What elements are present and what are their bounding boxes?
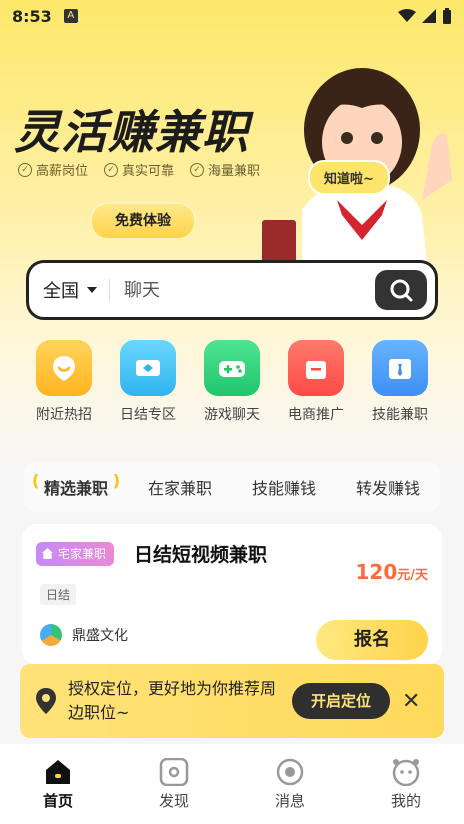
enable-location-button[interactable]: 开启定位	[292, 683, 390, 719]
category-grid: 附近热招 日结专区 游戏聊天 电商推广 技能兼职	[24, 340, 440, 424]
tab-skill-earn[interactable]: 技能赚钱	[246, 471, 322, 503]
caret-down-icon	[87, 287, 97, 293]
job-title: 日结短视频兼职	[134, 544, 268, 566]
category-nearby[interactable]: 附近热招	[24, 340, 104, 424]
nav-discover[interactable]: 发现	[116, 744, 232, 824]
company-logo-icon	[40, 624, 62, 646]
job-filter-tabs: 精选兼职 在家兼职 技能赚钱 转发赚钱	[24, 462, 440, 512]
banner-title: 灵活赚兼职	[14, 105, 249, 159]
category-label: 电商推广	[288, 407, 344, 423]
close-icon[interactable]: ✕	[402, 689, 420, 714]
free-trial-button[interactable]: 免费体验	[90, 202, 196, 240]
banner-tag: ✓ 高薪岗位	[18, 160, 88, 179]
category-label: 附近热招	[36, 407, 92, 423]
check-circle-icon: ✓	[190, 162, 205, 177]
salary-unit: 元/天	[397, 568, 428, 583]
nav-label: 首页	[42, 792, 73, 810]
tab-featured[interactable]: 精选兼职	[32, 471, 120, 503]
category-game-chat[interactable]: 游戏聊天	[192, 340, 272, 424]
nav-home[interactable]: 首页	[0, 744, 116, 824]
tab-share-earn[interactable]: 转发赚钱	[350, 471, 426, 503]
category-skills[interactable]: 技能兼职	[360, 340, 440, 424]
bottom-navigation: 首页 发现 消息 我的	[0, 744, 464, 824]
region-selector[interactable]: 全国	[43, 277, 97, 303]
nav-label: 消息	[274, 792, 305, 810]
category-daily-pay[interactable]: 日结专区	[108, 340, 188, 424]
location-pin-icon	[36, 340, 92, 396]
wifi-icon	[398, 9, 416, 22]
category-ecommerce[interactable]: 电商推广	[276, 340, 356, 424]
discover-icon	[159, 758, 189, 786]
location-permission-bar: 授权定位，更好地为你推荐周边职位~ 开启定位 ✕	[20, 664, 444, 738]
location-prompt-text: 授权定位，更好地为你推荐周边职位~	[68, 679, 277, 722]
search-input[interactable]	[122, 278, 375, 302]
company-info: 鼎盛文化	[40, 624, 128, 646]
message-icon	[276, 758, 304, 786]
salary-amount: 120	[355, 560, 398, 584]
check-circle-icon: ✓	[18, 162, 32, 177]
search-divider	[109, 279, 110, 301]
speech-bubble: 知道啦~	[308, 160, 390, 195]
nav-label: 发现	[158, 792, 189, 810]
banner-tag: ✓ 海量兼职	[190, 160, 260, 179]
category-label: 技能兼职	[372, 407, 428, 423]
profile-icon	[392, 759, 420, 786]
search-icon	[390, 279, 413, 302]
search-bar: 全国	[26, 260, 438, 320]
banner-tag: ✓ 真实可靠	[104, 160, 174, 179]
check-circle-icon: ✓	[104, 162, 119, 177]
region-label: 全国	[43, 281, 79, 302]
ticket-icon	[120, 340, 176, 396]
mascot-girl-illustration	[262, 68, 452, 265]
nav-messages[interactable]: 消息	[232, 744, 348, 824]
signal-icon	[422, 9, 436, 23]
location-pin-icon	[36, 688, 56, 714]
status-bar: 8:53 A	[0, 0, 464, 32]
home-icon	[46, 760, 70, 784]
promo-banner[interactable]: 灵活赚兼职 ✓ 高薪岗位 ✓ 真实可靠 ✓ 海量兼职 免费体验 知道啦~	[0, 40, 464, 265]
company-name: 鼎盛文化	[72, 628, 128, 644]
category-label: 游戏聊天	[204, 407, 260, 423]
job-salary: 120元/天	[356, 560, 429, 584]
status-time: 8:53	[12, 6, 52, 26]
notification-a-icon: A	[63, 9, 78, 23]
job-card[interactable]: 宅家兼职 日结短视频兼职 120元/天 日结 鼎盛文化 报名	[22, 524, 442, 664]
nav-label: 我的	[390, 792, 421, 810]
shopping-bag-icon	[288, 340, 344, 396]
nav-profile[interactable]: 我的	[348, 744, 464, 824]
gamepad-icon	[204, 340, 260, 396]
battery-icon	[443, 8, 451, 24]
search-button[interactable]	[375, 270, 427, 310]
banner-tags: ✓ 高薪岗位 ✓ 真实可靠 ✓ 海量兼职	[18, 160, 260, 179]
job-type-badge: 宅家兼职	[36, 542, 115, 566]
category-label: 日结专区	[120, 407, 176, 423]
briefcase-icon	[372, 340, 428, 396]
job-tag: 日结	[40, 584, 77, 605]
apply-button[interactable]: 报名	[316, 620, 428, 660]
tab-work-from-home[interactable]: 在家兼职	[142, 471, 218, 503]
home-icon	[42, 548, 53, 559]
